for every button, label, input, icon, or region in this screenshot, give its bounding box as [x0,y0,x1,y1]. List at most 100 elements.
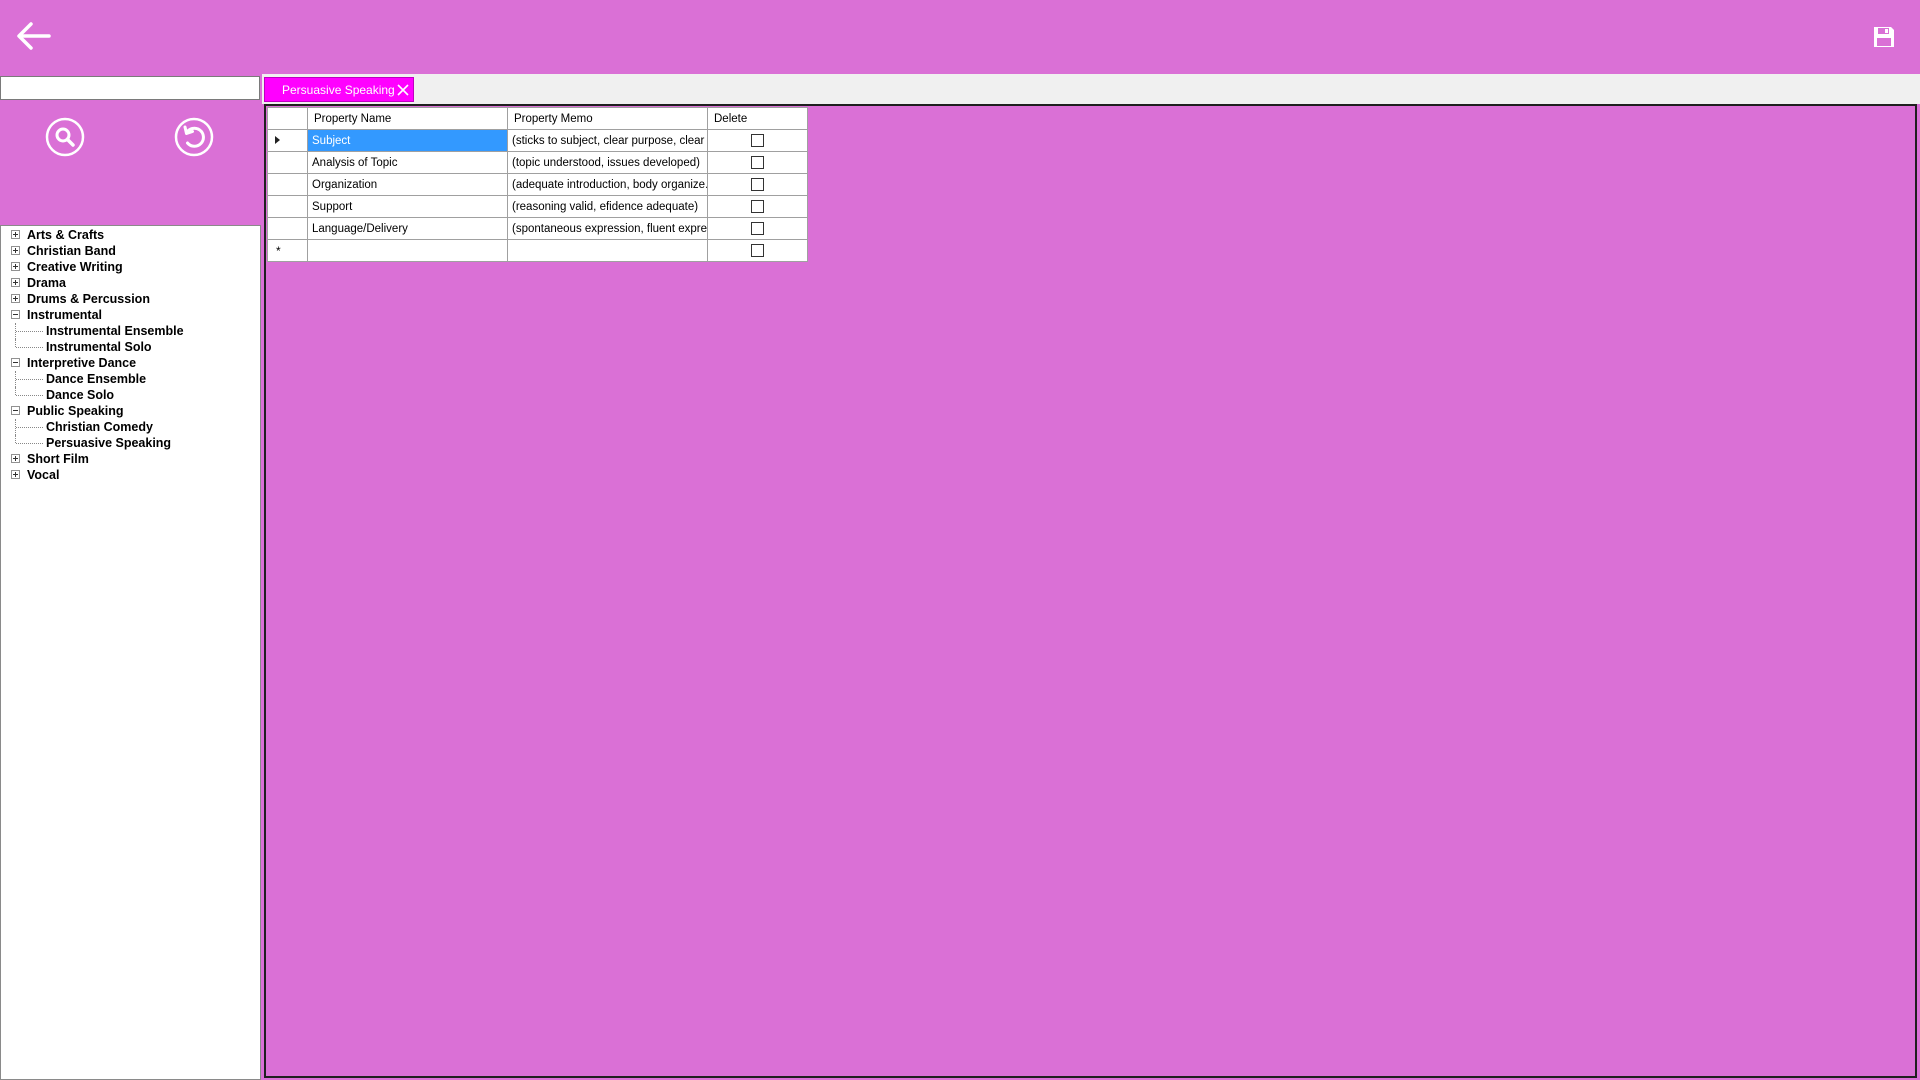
tree-node-label[interactable]: Dance Ensemble [46,371,146,387]
table-row[interactable]: Analysis of Topic (topic understood, iss… [267,151,808,174]
tree-node-label[interactable]: Instrumental Solo [46,339,152,355]
delete-cell[interactable] [707,195,808,218]
tree-node-label[interactable]: Persuasive Speaking [46,435,171,451]
tree-node-vocal[interactable]: Vocal [1,467,260,483]
property-memo-cell[interactable]: (topic understood, issues developed) [507,151,708,174]
delete-cell[interactable] [707,173,808,196]
category-tree[interactable]: Arts & Crafts Christian Band Creative Wr… [0,225,261,1080]
property-name-cell[interactable]: Language/Delivery [307,217,508,240]
new-row[interactable]: * [267,239,808,262]
tree-node-label[interactable]: Creative Writing [27,259,123,275]
top-bar [0,0,1920,74]
search-input[interactable] [0,76,260,100]
expand-icon[interactable] [11,454,20,463]
tree-node-label[interactable]: Christian Comedy [46,419,153,435]
tree-node-label[interactable]: Short Film [27,451,89,467]
tree-node-public-speaking[interactable]: Public Speaking [1,403,260,419]
property-name-cell[interactable]: Subject [307,129,508,152]
reset-button[interactable] [173,116,215,158]
row-header[interactable] [267,129,308,152]
property-memo-cell[interactable]: (spontaneous expression, fluent expres..… [507,217,708,240]
property-memo-cell[interactable]: (adequate introduction, body organize... [507,173,708,196]
tree-node-christian-comedy[interactable]: Christian Comedy [1,419,260,435]
delete-checkbox[interactable] [751,156,764,169]
tab-persuasive-speaking[interactable]: Persuasive Speaking [264,77,414,102]
column-header-property-memo[interactable]: Property Memo [507,107,708,130]
expand-icon[interactable] [11,294,20,303]
collapse-icon[interactable] [11,358,20,367]
delete-cell[interactable] [707,129,808,152]
save-button[interactable] [1872,25,1896,49]
tree-node-label[interactable]: Drums & Percussion [27,291,150,307]
tree-node-instrumental-ensemble[interactable]: Instrumental Ensemble [1,323,260,339]
tree-node-instrumental[interactable]: Instrumental [1,307,260,323]
property-name-cell[interactable]: Support [307,195,508,218]
tree-node-label[interactable]: Vocal [27,467,59,483]
column-header-property-name[interactable]: Property Name [307,107,508,130]
delete-cell[interactable] [707,151,808,174]
row-header[interactable] [267,195,308,218]
tree-node-arts-crafts[interactable]: Arts & Crafts [1,227,260,243]
expand-icon[interactable] [11,230,20,239]
property-grid[interactable]: Property Name Property Memo Delete Subje… [267,107,808,262]
close-icon [397,84,409,96]
tree-node-label[interactable]: Interpretive Dance [27,355,136,371]
property-name-cell[interactable]: Organization [307,173,508,196]
tree-node-dance-solo[interactable]: Dance Solo [1,387,260,403]
magnifier-icon [45,117,85,157]
tree-node-label[interactable]: Christian Band [27,243,116,259]
tree-branch-line [16,443,43,444]
tree-node-label[interactable]: Arts & Crafts [27,227,104,243]
tree-node-drama[interactable]: Drama [1,275,260,291]
search-button[interactable] [44,116,86,158]
table-row[interactable]: Subject (sticks to subject, clear purpos… [267,129,808,152]
delete-cell[interactable] [707,217,808,240]
expand-icon[interactable] [11,262,20,271]
table-row[interactable]: Organization (adequate introduction, bod… [267,173,808,196]
property-memo-cell[interactable] [507,239,708,262]
tree-node-creative-writing[interactable]: Creative Writing [1,259,260,275]
collapse-icon[interactable] [11,310,20,319]
property-memo-cell[interactable]: (reasoning valid, efidence adequate) [507,195,708,218]
row-header[interactable]: * [267,239,308,262]
tree-node-label[interactable]: Drama [27,275,66,291]
tab-close-button[interactable] [395,82,411,98]
tree-node-label[interactable]: Instrumental [27,307,102,323]
tree-node-label[interactable]: Instrumental Ensemble [46,323,184,339]
tree-node-label[interactable]: Public Speaking [27,403,124,419]
expand-icon[interactable] [11,246,20,255]
row-header[interactable] [267,173,308,196]
tree-node-instrumental-solo[interactable]: Instrumental Solo [1,339,260,355]
table-row[interactable]: Language/Delivery (spontaneous expressio… [267,217,808,240]
property-name-cell[interactable]: Analysis of Topic [307,151,508,174]
delete-checkbox[interactable] [751,222,764,235]
delete-checkbox[interactable] [751,200,764,213]
tree-node-interpretive-dance[interactable]: Interpretive Dance [1,355,260,371]
property-memo-cell[interactable]: (sticks to subject, clear purpose, clear… [507,129,708,152]
property-name-cell[interactable] [307,239,508,262]
grid-header-row: Property Name Property Memo Delete [267,107,808,130]
tree-branch-line [16,395,43,396]
row-header-corner[interactable] [267,107,308,130]
expand-icon[interactable] [11,470,20,479]
delete-checkbox[interactable] [751,244,764,257]
delete-checkbox[interactable] [751,134,764,147]
tree-node-persuasive-speaking[interactable]: Persuasive Speaking [1,435,260,451]
tree-node-dance-ensemble[interactable]: Dance Ensemble [1,371,260,387]
delete-cell[interactable] [707,239,808,262]
back-button[interactable] [14,18,54,58]
tree-node-drums-percussion[interactable]: Drums & Percussion [1,291,260,307]
tree-branch-line [16,331,43,332]
tab-label[interactable]: Persuasive Speaking [282,83,395,97]
row-header[interactable] [267,151,308,174]
row-header[interactable] [267,217,308,240]
current-row-icon [275,135,280,144]
table-row[interactable]: Support (reasoning valid, efidence adequ… [267,195,808,218]
collapse-icon[interactable] [11,406,20,415]
column-header-delete[interactable]: Delete [707,107,808,130]
tree-node-christian-band[interactable]: Christian Band [1,243,260,259]
expand-icon[interactable] [11,278,20,287]
tree-node-label[interactable]: Dance Solo [46,387,114,403]
delete-checkbox[interactable] [751,178,764,191]
tree-node-short-film[interactable]: Short Film [1,451,260,467]
